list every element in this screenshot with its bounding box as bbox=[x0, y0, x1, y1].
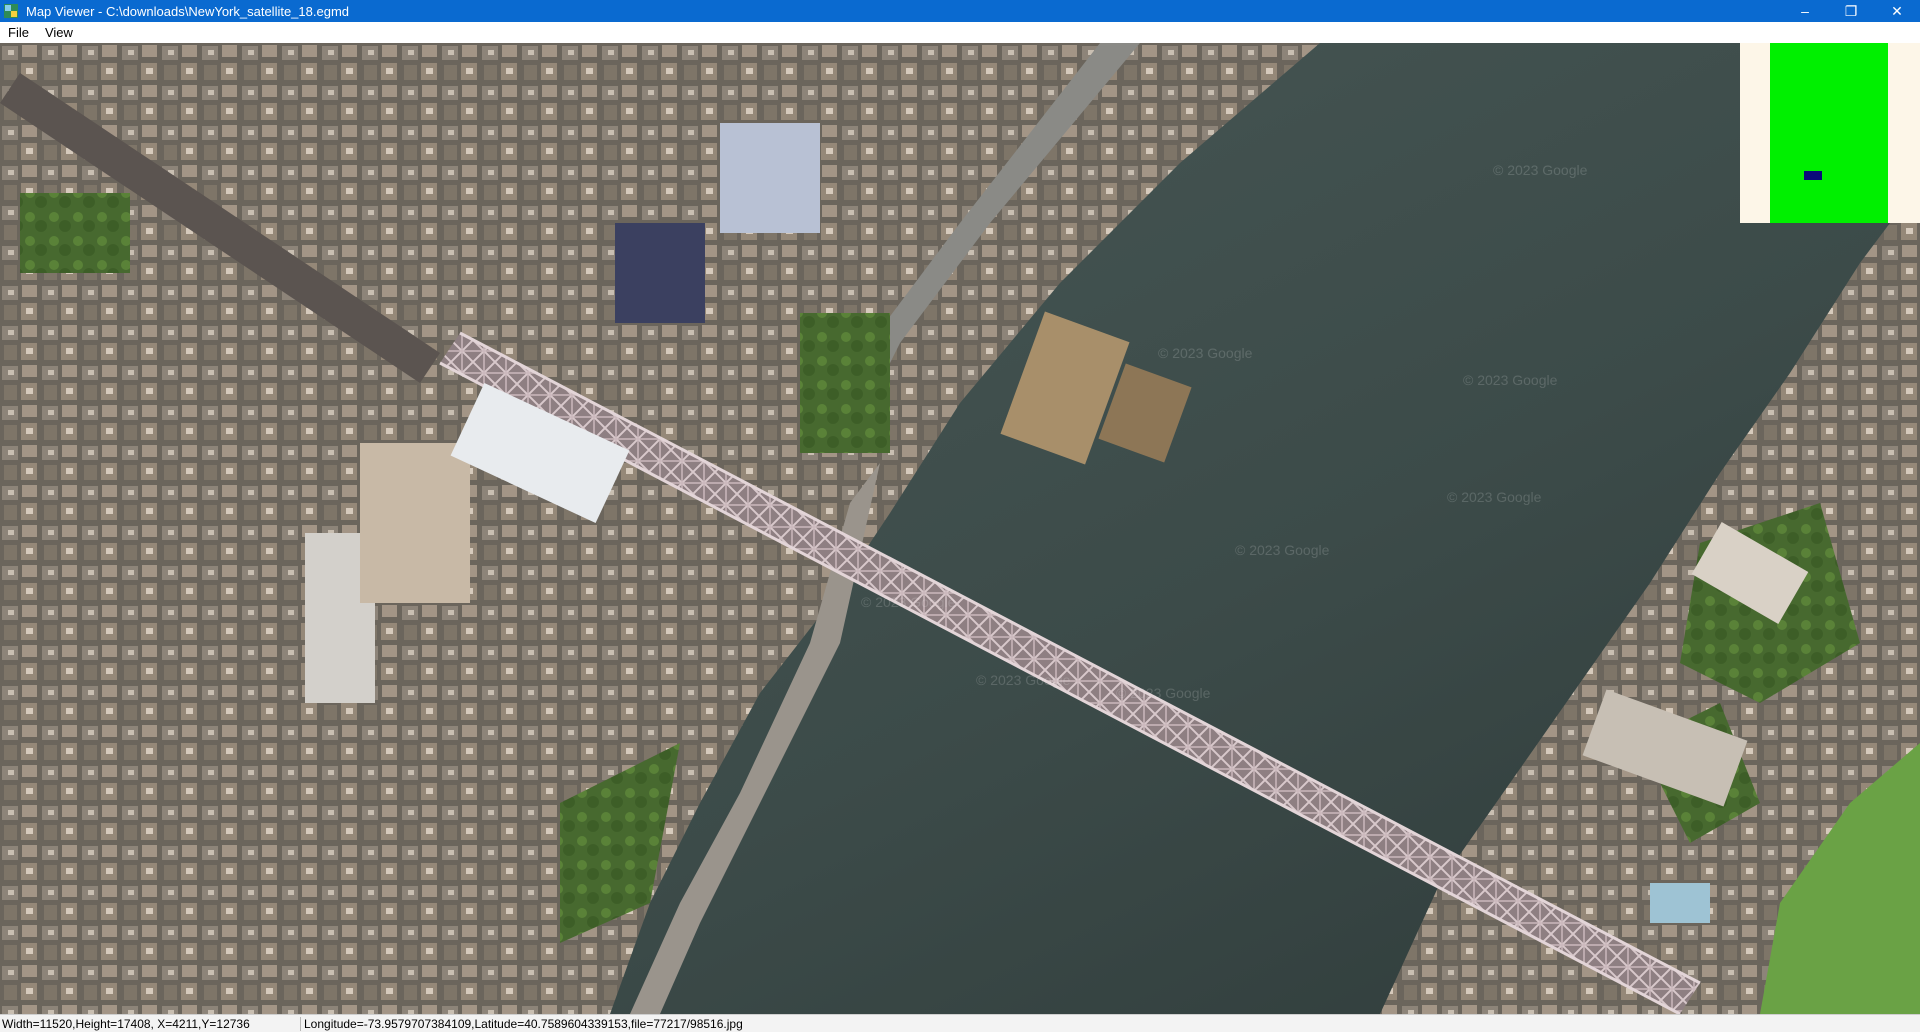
map-watermark: © 2023 Google bbox=[1463, 372, 1558, 388]
map-canvas[interactable]: © 2023 Google © 2023 Google © 2023 Googl… bbox=[0, 43, 1920, 1014]
map-watermark: © 2023 Google bbox=[976, 672, 1071, 688]
status-geo-coordinates: Longitude=-73.9579707384109,Latitude=40.… bbox=[304, 1017, 743, 1031]
satellite-map-image bbox=[0, 43, 1920, 1014]
map-app-icon bbox=[4, 4, 18, 18]
status-size-position: Width=11520,Height=17408, X=4211,Y=12736 bbox=[2, 1017, 250, 1031]
map-watermark: © 2023 Google bbox=[1493, 162, 1588, 178]
map-viewer-window: Map Viewer - C:\downloads\NewYork_satell… bbox=[0, 0, 1920, 1032]
map-watermark: © 2023 Google bbox=[1235, 542, 1330, 558]
maximize-button[interactable]: ❐ bbox=[1828, 0, 1874, 22]
window-controls: – ❐ ✕ bbox=[1782, 0, 1920, 22]
overview-minimap[interactable] bbox=[1740, 43, 1920, 223]
menu-bar: File View bbox=[0, 22, 1920, 44]
map-watermark: © 2023 Google bbox=[1447, 489, 1542, 505]
window-title: Map Viewer - C:\downloads\NewYork_satell… bbox=[26, 3, 350, 19]
title-bar[interactable]: Map Viewer - C:\downloads\NewYork_satell… bbox=[0, 0, 1920, 22]
menu-file[interactable]: File bbox=[0, 22, 37, 43]
minimize-button[interactable]: – bbox=[1782, 0, 1828, 22]
menu-view[interactable]: View bbox=[37, 22, 81, 43]
status-separator bbox=[300, 1017, 301, 1031]
overview-coverage-area bbox=[1770, 43, 1888, 223]
close-button[interactable]: ✕ bbox=[1874, 0, 1920, 22]
overview-viewport-marker[interactable] bbox=[1804, 171, 1822, 180]
map-watermark: © 2023 Google bbox=[1116, 685, 1211, 701]
map-watermark: © 2023 Google bbox=[861, 594, 956, 610]
status-bar: Width=11520,Height=17408, X=4211,Y=12736… bbox=[0, 1014, 1920, 1032]
map-watermark: © 2023 Google bbox=[1158, 345, 1253, 361]
